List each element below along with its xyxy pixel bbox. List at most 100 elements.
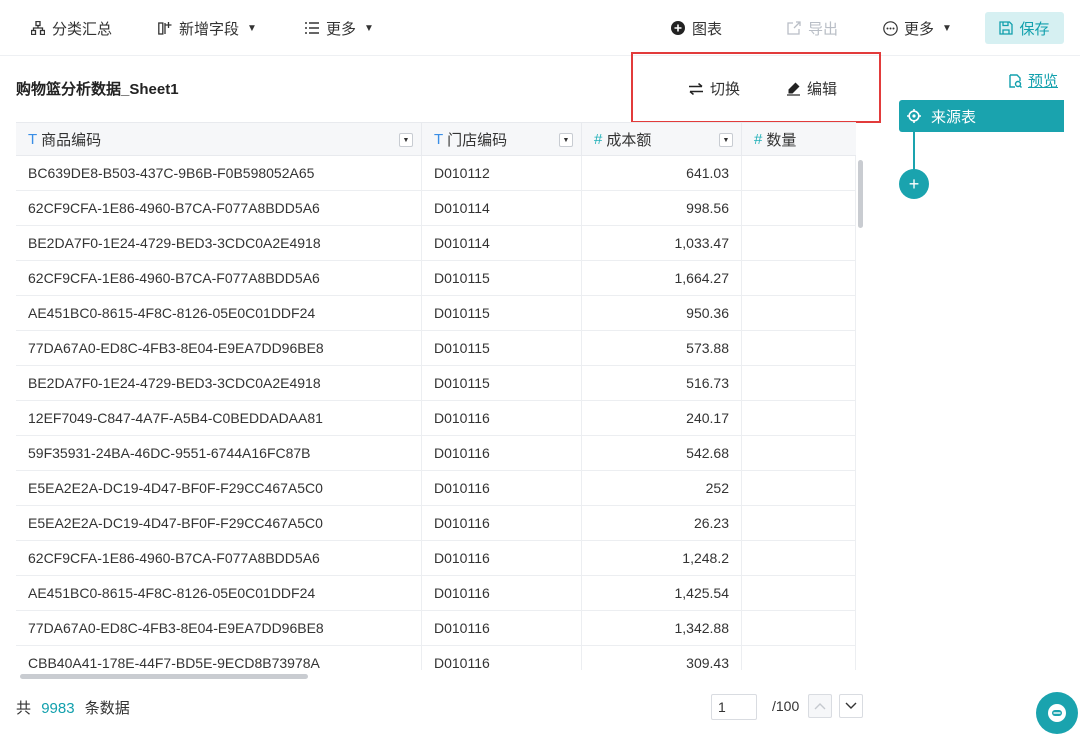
table-row: 12EF7049-C847-4A7F-A5B4-C0BEDDADAA81 D01… xyxy=(16,401,856,436)
cell-store-code: D010114 xyxy=(422,226,582,261)
table-row: CBB40A41-178E-44F7-BD5E-9ECD8B73978A D01… xyxy=(16,646,856,670)
cell-product-code: 62CF9CFA-1E86-4960-B7CA-F077A8BDD5A6 xyxy=(16,261,422,296)
table-row: 62CF9CFA-1E86-4960-B7CA-F077A8BDD5A6 D01… xyxy=(16,541,856,576)
table-row: 59F35931-24BA-46DC-9551-6744A16FC87B D01… xyxy=(16,436,856,471)
chat-support-button[interactable] xyxy=(1036,692,1078,734)
preview-label: 预览 xyxy=(1027,73,1058,90)
vertical-scrollbar[interactable] xyxy=(858,160,863,228)
cell-quantity xyxy=(742,436,856,471)
cell-store-code: D010115 xyxy=(422,366,582,401)
cell-store-code: D010112 xyxy=(422,156,582,191)
cell-product-code: BE2DA7F0-1E24-4729-BED3-3CDC0A2E4918 xyxy=(16,226,422,261)
cell-quantity xyxy=(742,261,856,296)
column-dropdown-icon[interactable]: ▼ xyxy=(719,133,733,147)
page-number-input[interactable] xyxy=(711,694,757,720)
cell-store-code: D010116 xyxy=(422,506,582,541)
column-header-store-code[interactable]: T 门店编码 ▼ xyxy=(422,123,582,156)
summary-label: 分类汇总 xyxy=(52,20,113,38)
flow-connector xyxy=(913,132,915,170)
hierarchy-icon xyxy=(30,20,46,36)
cell-quantity xyxy=(742,156,856,191)
table-row: E5EA2E2A-DC19-4D47-BF0F-F29CC467A5C0 D01… xyxy=(16,471,856,506)
cell-product-code: 62CF9CFA-1E86-4960-B7CA-F077A8BDD5A6 xyxy=(16,191,422,226)
cell-cost: 998.56 xyxy=(582,191,742,226)
cell-quantity xyxy=(742,506,856,541)
cell-quantity xyxy=(742,471,856,506)
data-table: T 商品编码 ▼ T 门店编码 ▼ # 成本额 ▼ # 数量 BC639DE8-… xyxy=(16,122,856,670)
cell-quantity xyxy=(742,366,856,401)
cell-quantity xyxy=(742,646,856,670)
table-row: 77DA67A0-ED8C-4FB3-8E04-E9EA7DD96BE8 D01… xyxy=(16,331,856,366)
table-row: E5EA2E2A-DC19-4D47-BF0F-F29CC467A5C0 D01… xyxy=(16,506,856,541)
column-header-product-code[interactable]: T 商品编码 ▼ xyxy=(16,123,422,156)
cell-quantity xyxy=(742,226,856,261)
record-count-value: 9983 xyxy=(41,700,75,717)
more-right-label: 更多 xyxy=(904,20,935,38)
cell-cost: 950.36 xyxy=(582,296,742,331)
more-menu-left[interactable]: 更多 ▼ xyxy=(304,0,374,56)
table-row: BE2DA7F0-1E24-4729-BED3-3CDC0A2E4918 D01… xyxy=(16,226,856,261)
cell-cost: 573.88 xyxy=(582,331,742,366)
cell-quantity xyxy=(742,541,856,576)
cell-cost: 1,033.47 xyxy=(582,226,742,261)
preview-link[interactable]: 预览 xyxy=(1008,70,1058,91)
page-total: /100 xyxy=(772,698,800,714)
cell-cost: 542.68 xyxy=(582,436,742,471)
highlight-box xyxy=(631,52,881,123)
cell-cost: 1,342.88 xyxy=(582,611,742,646)
cell-cost: 252 xyxy=(582,471,742,506)
column-dropdown-icon[interactable]: ▼ xyxy=(399,133,413,147)
source-table-label: 来源表 xyxy=(931,108,977,126)
add-field-label: 新增字段 xyxy=(179,20,240,38)
cell-store-code: D010115 xyxy=(422,296,582,331)
add-node-button[interactable]: + xyxy=(899,169,929,199)
cell-quantity xyxy=(742,576,856,611)
chart-button[interactable]: 图表 xyxy=(670,0,722,56)
edit-label: 编辑 xyxy=(807,81,838,98)
cell-product-code: 62CF9CFA-1E86-4960-B7CA-F077A8BDD5A6 xyxy=(16,541,422,576)
cell-store-code: D010115 xyxy=(422,331,582,366)
preview-icon xyxy=(1008,73,1022,88)
cell-product-code: AE451BC0-8615-4F8C-8126-05E0C01DDF24 xyxy=(16,296,422,331)
edit-icon xyxy=(786,81,801,96)
export-icon xyxy=(786,20,802,36)
caret-down-icon: ▼ xyxy=(364,22,374,34)
table-row: AE451BC0-8615-4F8C-8126-05E0C01DDF24 D01… xyxy=(16,296,856,331)
caret-down-icon: ▼ xyxy=(247,22,257,34)
source-table-node[interactable]: 来源表 xyxy=(899,100,1064,132)
export-button[interactable]: 导出 xyxy=(786,0,838,56)
record-count-prefix: 共 xyxy=(16,700,32,717)
cell-product-code: BC639DE8-B503-437C-9B6B-F0B598052A65 xyxy=(16,156,422,191)
cell-cost: 516.73 xyxy=(582,366,742,401)
cell-product-code: 77DA67A0-ED8C-4FB3-8E04-E9EA7DD96BE8 xyxy=(16,611,422,646)
more-menu-right[interactable]: 更多 ▼ xyxy=(882,0,952,56)
cell-store-code: D010115 xyxy=(422,261,582,296)
plus-circle-icon xyxy=(670,20,686,36)
cell-cost: 26.23 xyxy=(582,506,742,541)
cell-cost: 641.03 xyxy=(582,156,742,191)
column-label: 成本额 xyxy=(606,132,652,149)
save-icon xyxy=(999,21,1014,35)
edit-button[interactable]: 编辑 xyxy=(786,78,837,99)
cell-quantity xyxy=(742,401,856,436)
page-up-button[interactable] xyxy=(808,694,832,718)
switch-button[interactable]: 切换 xyxy=(688,78,740,99)
summary-button[interactable]: 分类汇总 xyxy=(30,0,112,56)
chevron-up-icon xyxy=(814,703,826,710)
cell-store-code: D010116 xyxy=(422,646,582,670)
number-type-icon: # xyxy=(754,131,763,148)
save-button[interactable]: 保存 xyxy=(985,12,1064,44)
horizontal-scrollbar[interactable] xyxy=(20,674,308,679)
add-field-button[interactable]: 新增字段 ▼ xyxy=(157,0,257,56)
cell-store-code: D010116 xyxy=(422,576,582,611)
swap-icon xyxy=(688,82,704,95)
table-row: BE2DA7F0-1E24-4729-BED3-3CDC0A2E4918 D01… xyxy=(16,366,856,401)
column-dropdown-icon[interactable]: ▼ xyxy=(559,133,573,147)
export-label: 导出 xyxy=(808,20,839,38)
page-down-button[interactable] xyxy=(839,694,863,718)
table-header: T 商品编码 ▼ T 门店编码 ▼ # 成本额 ▼ # 数量 xyxy=(16,122,856,156)
caret-down-icon: ▼ xyxy=(942,22,952,34)
column-header-quantity[interactable]: # 数量 xyxy=(742,123,856,156)
record-count-suffix: 条数据 xyxy=(84,700,130,717)
column-header-cost[interactable]: # 成本额 ▼ xyxy=(582,123,742,156)
